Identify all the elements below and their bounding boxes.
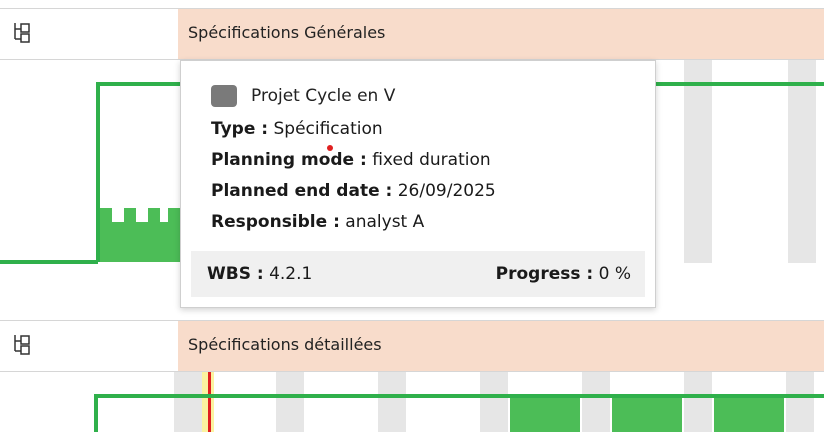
type-value: Spécification — [273, 119, 383, 139]
weekend-stripe — [174, 372, 202, 432]
task-progress-fill — [100, 222, 180, 262]
tooltip-responsible: Responsible : analyst A — [211, 212, 424, 232]
weekend-stripe — [786, 372, 814, 432]
tooltip-planning-mode: Planning mode : fixed duration — [211, 150, 491, 170]
task-progress-notch — [148, 208, 160, 224]
tooltip-type: Type : Spécification — [211, 119, 383, 139]
weekend-stripe — [480, 372, 508, 432]
today-line — [208, 372, 211, 432]
task-tooltip: Projet Cycle en V Type : Spécification P… — [180, 60, 656, 308]
tooltip-progress: Progress : 0 % — [496, 264, 631, 284]
progress-value: 0 % — [598, 264, 631, 284]
tooltip-project: Projet Cycle en V — [211, 85, 395, 107]
responsible-value: analyst A — [345, 212, 425, 232]
weekend-stripe — [684, 372, 712, 432]
planning-label: Planning mode : — [211, 150, 367, 170]
planning-value: fixed duration — [372, 150, 491, 170]
task-baseline — [0, 260, 98, 264]
tooltip-footer: WBS : 4.2.1 Progress : 0 % — [191, 251, 645, 297]
wbs-tree-icon[interactable] — [12, 21, 32, 43]
weekend-stripe — [684, 60, 712, 263]
task-bar-top-edge — [654, 82, 824, 86]
tooltip-wbs: WBS : 4.2.1 — [207, 264, 312, 284]
task-bar-left-edge — [94, 394, 98, 432]
project-name: Projet Cycle en V — [251, 86, 396, 106]
project-color-square — [211, 85, 237, 107]
progress-label: Progress : — [495, 264, 594, 284]
weekend-stripe — [276, 372, 304, 432]
tooltip-end-date: Planned end date : 26/09/2025 — [211, 181, 496, 201]
type-label: Type : — [211, 119, 269, 139]
end-date-value: 26/09/2025 — [397, 181, 496, 201]
wbs-value: 4.2.1 — [269, 264, 313, 284]
task-progress-notch — [124, 208, 136, 224]
task-title[interactable]: Spécifications détaillées — [188, 335, 382, 354]
end-date-label: Planned end date : — [211, 181, 393, 201]
task-row-header-2[interactable]: Spécifications détaillées — [0, 320, 824, 372]
responsible-label: Responsible : — [211, 212, 340, 232]
task-progress-notch — [100, 208, 112, 224]
task-title[interactable]: Spécifications Générales — [188, 23, 385, 42]
task-workload-block — [510, 398, 580, 432]
wbs-label: WBS : — [207, 264, 264, 284]
task-workload-block — [714, 398, 784, 432]
task-row-header-1[interactable]: Spécifications Générales — [0, 8, 824, 60]
weekend-stripe — [582, 372, 610, 432]
weekend-stripe — [378, 372, 406, 432]
task-progress-notch — [168, 208, 180, 224]
task-bar-top-edge — [96, 82, 180, 86]
task-workload-block — [612, 398, 682, 432]
wbs-tree-icon[interactable] — [12, 333, 32, 355]
weekend-stripe — [788, 60, 816, 263]
